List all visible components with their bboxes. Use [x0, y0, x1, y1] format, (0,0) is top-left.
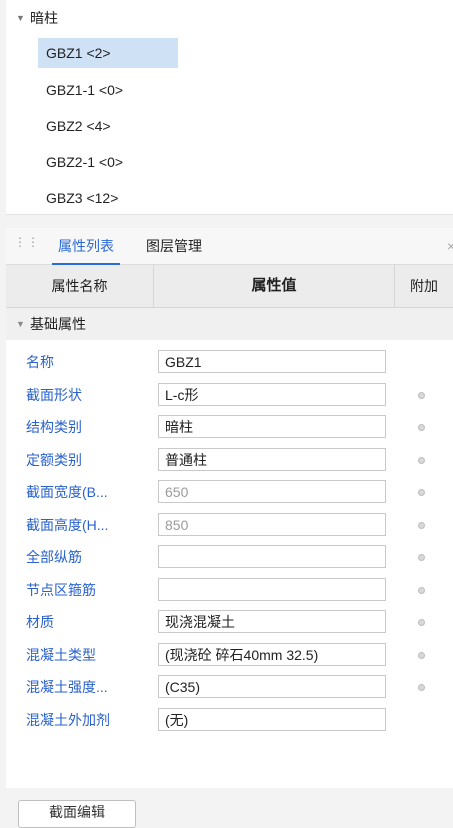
header-property-name: 属性名称 [6, 265, 154, 307]
table-row: 材质 现浇混凝土 [6, 607, 453, 638]
property-label: 截面高度(H... [26, 516, 109, 533]
table-header: 属性名称 属性值 附加 [6, 265, 453, 308]
property-value-field[interactable]: 普通柱 [158, 447, 386, 471]
table-row: 定额类别 普通柱 [6, 445, 453, 476]
property-table: 属性名称 属性值 附加 ▼ 基础属性 名称 GBZ1 截面形状 L-c形结构类别 暗柱定… [6, 265, 453, 788]
tree-root-node[interactable]: ▼ 暗柱 [16, 8, 58, 28]
attach-checkbox[interactable] [418, 684, 425, 691]
table-row: 全部纵筋 [6, 542, 453, 573]
panel-tabs: ⋮⋮ 属性列表 图层管理 × [6, 228, 453, 265]
property-value-field[interactable]: L-c形 [158, 382, 386, 406]
chevron-down-icon[interactable]: ▼ [16, 319, 30, 329]
table-row: 名称 GBZ1 [6, 347, 453, 378]
property-value-field[interactable]: 650 [158, 480, 386, 503]
close-icon[interactable]: × [447, 228, 453, 264]
property-label: 混凝土强度... [26, 679, 108, 695]
property-label: 材质 [26, 614, 54, 630]
tab-layer-management[interactable]: 图层管理 [146, 228, 202, 264]
tree-item[interactable]: GBZ2 <4> [38, 111, 119, 141]
table-row: 混凝土类型 (现浇砼 碎石40mm 32.5) [6, 640, 453, 671]
header-extra: 附加 [410, 278, 438, 294]
table-row: 截面宽度(B... 650 [6, 477, 453, 508]
table-row: 截面形状 L-c形 [6, 380, 453, 411]
property-label: 定额类别 [26, 451, 82, 468]
attach-checkbox[interactable] [418, 554, 425, 561]
attach-checkbox[interactable] [418, 391, 425, 399]
property-value-field[interactable]: (C35) [158, 675, 386, 698]
attach-checkbox[interactable] [418, 456, 425, 464]
attach-checkbox[interactable] [418, 586, 425, 594]
tree-item[interactable]: GBZ2-1 <0> [38, 147, 131, 177]
attach-checkbox[interactable] [418, 489, 425, 496]
tab-property-list[interactable]: 属性列表 [52, 228, 120, 265]
table-row: 混凝土外加剂 (无) [6, 705, 453, 736]
property-value-field[interactable]: 850 [158, 512, 386, 536]
header-property-value: 属性值 [154, 265, 395, 307]
property-label: 截面形状 [26, 386, 82, 403]
attach-checkbox[interactable] [418, 424, 425, 431]
table-row: 混凝土强度... (C35) [6, 672, 453, 703]
drag-grip-icon[interactable]: ⋮⋮ [14, 236, 39, 254]
property-value-field[interactable] [158, 577, 386, 601]
attach-checkbox[interactable] [418, 619, 425, 626]
property-value-field[interactable]: 暗柱 [158, 415, 386, 438]
property-value-field[interactable]: (现浇砼 碎石40mm 32.5) [158, 642, 386, 666]
property-label: 节点区箍筋 [26, 581, 96, 598]
property-value-field[interactable]: 现浇混凝土 [158, 610, 386, 633]
chevron-down-icon[interactable]: ▼ [16, 13, 26, 23]
group-basic-properties[interactable]: ▼ 基础属性 [6, 308, 453, 340]
tree-root-label: 暗柱 [30, 10, 58, 26]
attach-checkbox[interactable] [418, 521, 425, 529]
tree-item[interactable]: GBZ1-1 <0> [38, 75, 131, 105]
property-label: 混凝土外加剂 [26, 711, 110, 728]
property-value-field[interactable]: (无) [158, 707, 386, 731]
property-value-field[interactable] [158, 545, 386, 568]
property-label: 全部纵筋 [26, 549, 82, 565]
property-label: 截面宽度(B... [26, 484, 108, 500]
property-label: 结构类别 [26, 419, 82, 435]
property-label: 混凝土类型 [26, 646, 96, 663]
component-tree: ▼ 暗柱 GBZ1 <2> GBZ1-1 <0> GBZ2 <4> GBZ2-1… [6, 0, 453, 215]
tree-item[interactable]: GBZ1 <2> [38, 38, 178, 68]
property-label: 名称 [26, 354, 54, 370]
table-row: 截面高度(H... 850 [6, 510, 453, 541]
tree-item[interactable]: GBZ3 <12> [38, 183, 126, 213]
section-edit-button[interactable]: 截面编辑 [18, 800, 136, 828]
table-row: 结构类别 暗柱 [6, 412, 453, 443]
group-label: 基础属性 [30, 316, 86, 332]
table-row: 节点区箍筋 [6, 575, 453, 606]
attach-checkbox[interactable] [418, 651, 425, 659]
property-value-field[interactable]: GBZ1 [158, 350, 386, 373]
